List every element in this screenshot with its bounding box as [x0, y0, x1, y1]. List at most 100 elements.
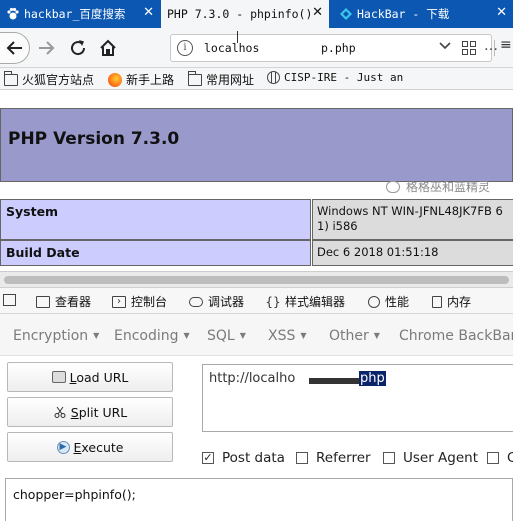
- devtools-tab-inspector[interactable]: 查看器: [36, 293, 91, 310]
- arrow-right-icon: [39, 41, 55, 55]
- menu-label: Other: [329, 328, 369, 344]
- firefox-icon: [108, 72, 122, 87]
- split-url-button[interactable]: Split URL: [7, 397, 173, 427]
- page-actions-icon[interactable]: …: [484, 38, 498, 54]
- reload-icon: [71, 40, 86, 56]
- tab-title: PHP 7.3.0 - phpinfo(): [167, 7, 313, 21]
- tab-phpinfo[interactable]: PHP 7.3.0 - phpinfo() ✕: [161, 0, 329, 28]
- info-icon[interactable]: i: [177, 40, 193, 56]
- bookmark-item[interactable]: 常用网址: [188, 70, 255, 88]
- devtools-tab-console[interactable]: › 控制台: [112, 293, 167, 310]
- button-label: Execute: [73, 439, 124, 455]
- dropdown-caret-icon: ▼: [300, 331, 307, 340]
- devtools-tab-label: 样式编辑器: [285, 295, 346, 309]
- dropdown-caret-icon: ▼: [93, 331, 100, 340]
- home-button[interactable]: [96, 36, 120, 60]
- cookies-checkbox[interactable]: C: [487, 450, 513, 466]
- tab-strip: hackbar_百度搜索 ✕ PHP 7.3.0 - phpinfo() ✕ H…: [0, 0, 513, 28]
- checkbox-label: C: [507, 450, 513, 466]
- dropdown-caret-icon: ▼: [373, 331, 380, 340]
- tab-hackbar-search[interactable]: hackbar_百度搜索 ✕: [0, 0, 160, 28]
- button-label: Split URL: [70, 404, 128, 420]
- referrer-checkbox[interactable]: Referrer: [296, 450, 371, 466]
- table-value: Windows NT WIN-JFNL48JK7FB 6 1) i586: [312, 199, 513, 240]
- menu-sql[interactable]: SQL ▼: [207, 328, 246, 344]
- table-value: Dec 6 2018 01:51:18: [312, 240, 513, 266]
- menu-encryption[interactable]: Encryption ▼: [13, 328, 99, 344]
- checkbox-checked-icon[interactable]: ✓: [202, 452, 214, 464]
- menu-chrome-backbar[interactable]: Chrome BackBar: [399, 328, 513, 344]
- hackbar-panel: Encryption ▼ Encoding ▼ SQL ▼ XSS ▼ Other ▼ C…: [0, 314, 513, 521]
- bookmark-item[interactable]: CISP-IRE - Just an: [267, 71, 403, 84]
- devtools-tab-memory[interactable]: 内存: [432, 293, 471, 310]
- menu-icon[interactable]: ≡: [500, 37, 512, 53]
- console-icon: ›: [112, 295, 126, 308]
- table-value-line: Windows NT WIN-JFNL48JK7FB 6: [317, 204, 503, 218]
- globe-icon: [267, 71, 280, 84]
- user-agent-checkbox[interactable]: User Agent: [383, 450, 478, 466]
- load-url-button[interactable]: Load URL: [7, 362, 173, 392]
- inspector-icon: [36, 295, 50, 308]
- devtools-tab-performance[interactable]: 性能: [368, 293, 409, 310]
- folder-icon: [4, 70, 18, 86]
- forward-button[interactable]: [34, 36, 58, 60]
- checkbox-icon[interactable]: [487, 452, 499, 464]
- phpinfo-header: PHP Version 7.3.0: [0, 108, 513, 182]
- bookmark-item[interactable]: 火狐官方站点: [4, 70, 95, 88]
- url-redaction: [283, 38, 321, 58]
- address-bar[interactable]: i localhos p.php …: [170, 31, 498, 62]
- devtools-tab-label: 查看器: [55, 295, 92, 309]
- menu-xss[interactable]: XSS ▼: [268, 328, 307, 344]
- bookmark-label: 火狐官方站点: [22, 73, 95, 87]
- wechat-icon: [386, 180, 400, 193]
- page-title: PHP Version 7.3.0: [8, 129, 180, 149]
- tab-title: hackbar_百度搜索: [24, 7, 126, 21]
- checkbox-icon[interactable]: [383, 452, 395, 464]
- hackbar-icon: [339, 7, 353, 21]
- devtools-tab-style-editor[interactable]: {} 样式编辑器: [265, 293, 346, 310]
- devtools-tab-label: 性能: [385, 295, 410, 309]
- bookmark-label: 新手上路: [126, 73, 175, 87]
- reload-button[interactable]: [66, 36, 90, 60]
- arrow-left-icon: [6, 41, 22, 55]
- close-icon[interactable]: ✕: [143, 5, 154, 20]
- close-icon[interactable]: ✕: [312, 5, 323, 20]
- bookmark-label: 常用网址: [206, 73, 255, 87]
- tab-hackbar-download[interactable]: HackBar - 下载 ✕: [333, 0, 513, 28]
- bookmark-item[interactable]: 新手上路: [108, 71, 174, 88]
- element-picker-icon[interactable]: [3, 294, 16, 306]
- scrollbar-thumb[interactable]: [4, 276, 509, 284]
- folder-icon: [188, 70, 202, 86]
- menu-other[interactable]: Other ▼: [329, 328, 380, 344]
- baidu-paw-icon: [6, 7, 20, 21]
- dropdown-caret-icon: ▼: [239, 331, 246, 340]
- menu-label: SQL: [207, 328, 235, 344]
- qr-grid-icon[interactable]: [462, 41, 476, 55]
- devtools-tab-debugger[interactable]: 调试器: [189, 293, 244, 310]
- execute-button[interactable]: ▶ Execute: [7, 432, 173, 462]
- devtools-toolbar: 查看器 › 控制台 调试器 {} 样式编辑器 性能 内存: [0, 287, 513, 314]
- dropdown-caret-icon: ▼: [183, 331, 190, 340]
- menu-encoding[interactable]: Encoding ▼: [114, 328, 190, 344]
- post-data-field[interactable]: chopper=phpinfo();: [5, 478, 513, 521]
- close-icon[interactable]: ✕: [496, 5, 507, 20]
- devtools-tab-label: 控制台: [131, 295, 168, 309]
- url-text: localhos: [204, 41, 260, 55]
- home-icon: [100, 39, 116, 56]
- menu-label: XSS: [268, 328, 296, 344]
- debugger-icon: [189, 296, 203, 307]
- checkbox-icon[interactable]: [296, 452, 308, 464]
- hackbar-url-field[interactable]: http://localho php: [202, 364, 513, 432]
- toolbar-divider: [494, 40, 495, 56]
- chevron-down-icon[interactable]: [439, 39, 451, 54]
- post-data-checkbox[interactable]: ✓ Post data: [202, 450, 285, 466]
- checkbox-label: Referrer: [316, 450, 371, 466]
- watermark: 格格巫和蓝精灵: [386, 178, 490, 195]
- horizontal-scrollbar[interactable]: [0, 271, 513, 287]
- braces-icon: {}: [265, 294, 281, 309]
- back-button[interactable]: [0, 32, 30, 64]
- hackbar-menu: Encryption ▼ Encoding ▼ SQL ▼ XSS ▼ Other ▼ C…: [0, 314, 513, 356]
- url-value: http://localho: [209, 371, 296, 386]
- performance-icon: [368, 295, 380, 308]
- devtools-tab-label: 调试器: [208, 295, 245, 309]
